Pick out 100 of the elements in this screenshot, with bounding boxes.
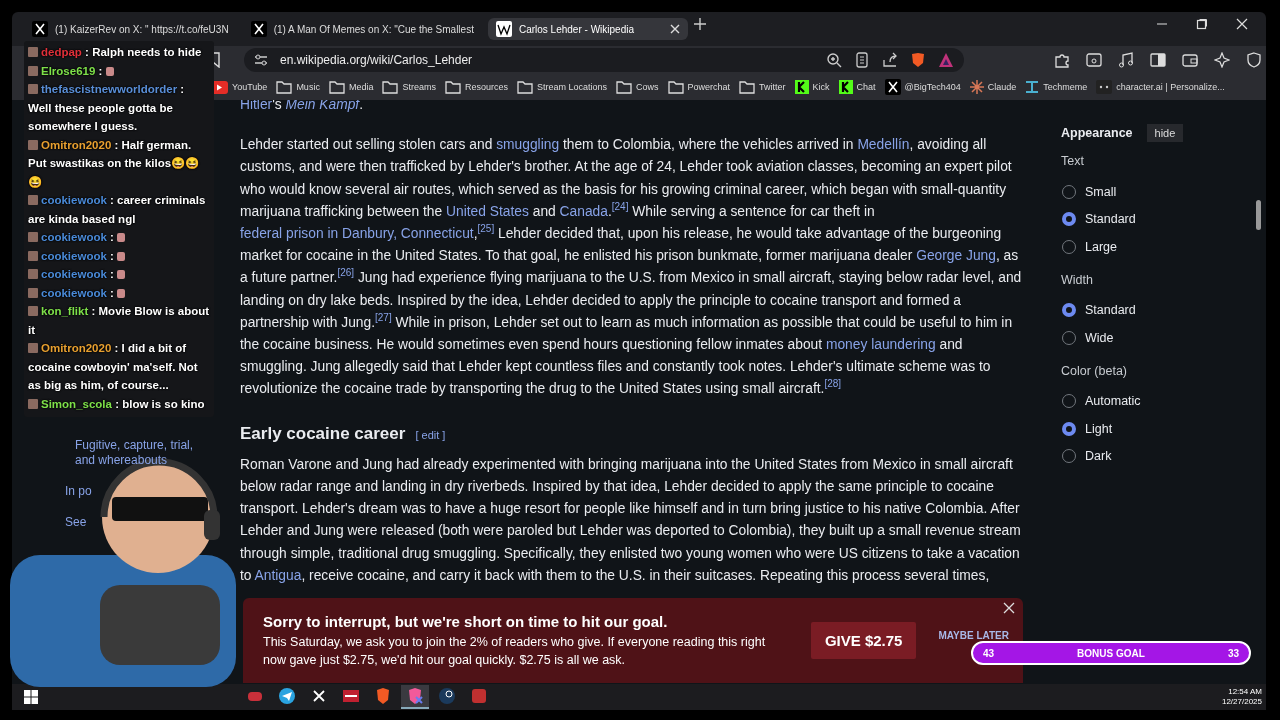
chat-message: Elrose619 : bbox=[28, 61, 210, 80]
radio-option[interactable]: Standard bbox=[1061, 205, 1136, 233]
give-button[interactable]: GIVE $2.75 bbox=[810, 622, 917, 659]
badge-icon bbox=[28, 84, 38, 94]
maximize-icon[interactable] bbox=[1196, 18, 1208, 30]
music-note-icon[interactable] bbox=[1118, 52, 1134, 68]
bookmark[interactable]: character.ai | Personalize... bbox=[1096, 80, 1225, 94]
k-logo-icon bbox=[838, 80, 853, 94]
folder-icon bbox=[276, 80, 293, 94]
x-logo-icon bbox=[250, 21, 267, 37]
sparkle-icon[interactable] bbox=[1214, 52, 1230, 68]
edit-link[interactable]: [ edit ] bbox=[415, 423, 446, 446]
shield-icon[interactable] bbox=[1246, 52, 1262, 68]
bookmark[interactable]: Techmeme bbox=[1025, 80, 1088, 94]
folder-icon bbox=[444, 80, 461, 94]
radio-option[interactable]: Wide bbox=[1061, 324, 1114, 352]
badge-icon bbox=[28, 306, 38, 316]
bookmark[interactable]: Media bbox=[328, 80, 374, 94]
folder-icon bbox=[616, 80, 632, 94]
hide-button[interactable]: hide bbox=[1146, 124, 1184, 142]
radio-option[interactable]: Light bbox=[1061, 415, 1113, 443]
citation-link[interactable]: [25] bbox=[477, 223, 495, 235]
triangle-icon[interactable] bbox=[938, 52, 954, 68]
bookmark[interactable]: Chat bbox=[838, 80, 876, 94]
close-icon[interactable] bbox=[669, 24, 680, 34]
citation-link[interactable]: [24] bbox=[611, 201, 629, 213]
radio-button[interactable] bbox=[1062, 212, 1076, 227]
link[interactable]: United States bbox=[446, 203, 529, 219]
share-icon[interactable] bbox=[882, 52, 898, 68]
section-heading: Early cocaine career bbox=[240, 422, 406, 445]
toc-link[interactable]: Fugitive, capture, trial, and whereabouts bbox=[75, 438, 215, 468]
folder-icon bbox=[739, 80, 756, 94]
bookmark[interactable]: Kick bbox=[794, 80, 830, 94]
badge-icon bbox=[28, 65, 38, 76]
window-search-icon[interactable] bbox=[1086, 52, 1102, 68]
close-icon[interactable] bbox=[1003, 602, 1015, 614]
bookmark[interactable]: Streams bbox=[382, 80, 436, 94]
link[interactable]: Medellín bbox=[857, 137, 910, 153]
group-label: Text bbox=[1061, 154, 1084, 168]
chat-message: cookiewook : bbox=[28, 246, 210, 265]
zoom-in-icon[interactable] bbox=[826, 52, 842, 68]
paragraph: Roman Varone and Jung had already experimented with bringing marijuana into the United States from Mexico in small aircraft below radar range and landing in dry riverbeds. Inspired by that idea, Lehder decided to apply the same principle to cocaine transport. Lehder's dream was to have a huge resort for people like himself and in turn bring justice to his native Colombia. After Lehder and Jung were released (both were paroled but Lehder was deported to Colombia), they built up a small revenue stream through simple, traditional drug smuggling. Specifically, they enlisted two young women who were US citizens to take a vacation to Antigua, receive cocaine, and carry it back with them to the U.S. in their suitcases. Repeating this process several times, bbox=[240, 455, 1022, 585]
t-logo-icon bbox=[1025, 80, 1040, 94]
bookmark[interactable]: Powerchat bbox=[667, 80, 731, 94]
bookmark[interactable]: Cows bbox=[616, 80, 659, 94]
radio-option[interactable]: Dark bbox=[1061, 442, 1112, 470]
paragraph: Lehder started out selling stolen cars and smuggling them to Colombia, where the vehicles arrived in Medellín, avoiding all customs, and were then trafficked by Lehder's brother. At the age of 24, Lehder took aviation classes, becoming an expert pilot who would know several air routes, which served as the basis for his growing criminal career, which began with small-quantity marijuana trafficking between the United States and Canada.$^{[24]}$ While serving a sentence for car theft in federal prison in Danbury, Connecticut,$^{[25]}$ Lehder decided that, upon his release, he would take advantage of the burgeoning market for cocaine in the United States. To that goal, he enlisted his prison bunkmate, former marijuana dealer George Jung, as a future partner.$^{[26]}$ Jung had experience flying marijuana to the U.S. from Mexico in small aircraft, staying below radar level, and landing on dry lake beds. Inspired by the idea, Lehder decided to apply the principle to cocaine transport and formed a partnership with Jung.$^{[27]}$ While in prison, Lehder set out to learn as much information as possible that could be useful to him in the cocaine business. He would sometimes even spend hours questioning fellow inmates about money laundering and smuggling. Jung allegedly said that Lehder kept countless files and constantly took notes. Lehder's ultimate scheme was to revolutionize the cocaine trade by transporting the drug to the United States using small aircraft.$^{[28]}$ bbox=[240, 136, 1023, 399]
paper-plane-icon bbox=[278, 687, 296, 705]
browser-tab[interactable]: Carlos Lehder - Wikipedia bbox=[487, 18, 688, 40]
link[interactable]: money laundering bbox=[825, 337, 936, 353]
address-bar[interactable]: en.wikipedia.org/wiki/Carlos_Lehder bbox=[244, 48, 964, 72]
radio-option[interactable]: Automatic bbox=[1061, 387, 1141, 415]
chat-message: Omitron2020 : I did a bit of cocaine cowboyin' ma'self. Not as big as him, of course... bbox=[28, 341, 199, 393]
sliders-icon[interactable] bbox=[254, 54, 268, 66]
wallet-icon[interactable] bbox=[1182, 52, 1198, 68]
link[interactable]: George Jung bbox=[916, 248, 996, 264]
citation-link[interactable]: [28] bbox=[824, 378, 842, 390]
close-icon[interactable] bbox=[1236, 18, 1248, 30]
badge-icon bbox=[28, 232, 38, 242]
chat-message: cookiewook : career criminals are kinda based ngl bbox=[28, 193, 207, 227]
windows-logo-icon[interactable] bbox=[24, 690, 38, 704]
link[interactable]: Canada bbox=[559, 203, 608, 219]
chat-message: cookiewook : bbox=[28, 228, 210, 247]
chat-message: cookiewook : bbox=[28, 265, 210, 284]
plus-icon[interactable] bbox=[693, 18, 706, 30]
toc-link[interactable]: In po bbox=[65, 484, 205, 499]
radio-option[interactable]: Standard bbox=[1061, 296, 1136, 324]
link[interactable]: federal prison in Danbury, Connecticut bbox=[240, 226, 474, 241]
toc-link[interactable]: See bbox=[65, 515, 205, 530]
badge-icon bbox=[28, 250, 38, 261]
chat-message: Simon_scola : blow is so kino bbox=[28, 394, 210, 413]
chat-message: cookiewook : bbox=[28, 283, 210, 302]
browser-tab[interactable]: (1) KaizerRev on X: " https://t.co/feU3N bbox=[24, 18, 237, 40]
sidebar-icon[interactable] bbox=[1150, 52, 1166, 68]
radio-option[interactable]: Small bbox=[1061, 178, 1117, 206]
badge-icon bbox=[28, 287, 38, 298]
puzzle-icon[interactable] bbox=[1054, 52, 1070, 68]
bookmark[interactable]: @BigTech404 bbox=[884, 79, 961, 95]
k-logo-icon bbox=[794, 80, 809, 94]
bookmark[interactable]: Stream Locations bbox=[516, 80, 607, 94]
radio-button[interactable] bbox=[1062, 421, 1076, 436]
maybe-later-link[interactable]: MAYBE LATER bbox=[938, 630, 1009, 641]
radio-option[interactable]: Large bbox=[1061, 233, 1117, 261]
square-logo-icon bbox=[1096, 80, 1113, 94]
bookmark[interactable]: Claude bbox=[969, 80, 1017, 94]
group-label: Width bbox=[1061, 272, 1093, 287]
clock-time: 12:54 AM bbox=[1227, 687, 1262, 697]
link[interactable]: smuggling bbox=[496, 137, 560, 153]
citation-link[interactable]: [26] bbox=[337, 267, 355, 279]
badge-icon bbox=[28, 398, 38, 409]
bookmark[interactable]: Twitter bbox=[739, 80, 786, 94]
goal-count: 43 bbox=[983, 647, 995, 659]
bookmark[interactable]: Resources bbox=[444, 80, 508, 94]
browser-tab[interactable]: (1) A Man Of Memes on X: "Cue the Smallest bbox=[242, 18, 482, 40]
panel-title: Appearance bbox=[1061, 126, 1133, 140]
radio-button[interactable] bbox=[1062, 303, 1076, 318]
bookmark[interactable]: Music bbox=[276, 80, 320, 94]
reader-icon[interactable] bbox=[854, 52, 870, 68]
citation-link[interactable]: [27] bbox=[375, 312, 392, 324]
chat-message: thefascistnewworldorder : Well these people gotta be somewhere I guess. bbox=[28, 82, 186, 134]
